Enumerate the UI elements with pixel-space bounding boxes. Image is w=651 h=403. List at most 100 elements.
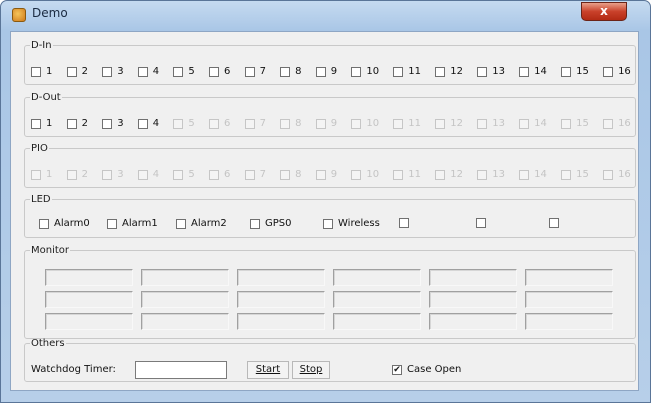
- pio-checkbox-11-label: 11: [408, 169, 422, 180]
- stop-button[interactable]: Stop: [292, 361, 330, 379]
- din-checkbox-5-box[interactable]: [173, 66, 184, 77]
- pio-checkbox-10: 10: [351, 169, 379, 180]
- din-checkbox-4[interactable]: 4: [137, 66, 160, 77]
- case-open-checkbox-box[interactable]: [392, 364, 402, 375]
- monitor-field: [237, 313, 325, 330]
- pio-checkbox-1: 1: [31, 169, 52, 180]
- pio-checkbox-1-box: [31, 169, 41, 180]
- led-checkbox-alarm2[interactable]: Alarm2: [176, 218, 227, 229]
- din-checkbox-16[interactable]: 16: [603, 66, 631, 77]
- din-checkbox-8-box[interactable]: [280, 66, 291, 77]
- led-checkbox-wireless-box[interactable]: [323, 218, 333, 229]
- dout-checkbox-14: 14: [519, 118, 547, 129]
- dout-checkbox-11-label: 11: [408, 118, 422, 129]
- din-checkbox-8[interactable]: 8: [280, 66, 302, 77]
- pio-checkbox-16: 16: [603, 169, 631, 180]
- din-checkbox-16-box[interactable]: [603, 66, 614, 77]
- led-checkbox-alarm2-box[interactable]: [176, 218, 186, 229]
- led-checkbox-6[interactable]: [399, 218, 414, 228]
- monitor-field: [45, 313, 133, 330]
- din-checkbox-10[interactable]: 10: [351, 66, 379, 77]
- din-checkbox-9-box[interactable]: [315, 66, 326, 77]
- dout-checkbox-7: 7: [244, 118, 266, 129]
- dout-checkbox-4-label: 4: [152, 118, 160, 129]
- dout-checkbox-4[interactable]: 4: [137, 118, 160, 129]
- led-checkbox-alarm1-box[interactable]: [107, 218, 117, 229]
- din-checkbox-5[interactable]: 5: [173, 66, 195, 77]
- din-checkbox-12-label: 12: [450, 66, 463, 77]
- din-checkbox-15[interactable]: 15: [561, 66, 589, 77]
- dout-checkbox-5: 5: [173, 118, 195, 129]
- din-checkbox-2-box[interactable]: [66, 66, 77, 77]
- pio-checkbox-3: 3: [102, 169, 124, 180]
- dout-checkbox-3[interactable]: 3: [102, 118, 124, 129]
- dout-checkbox-1-box[interactable]: [31, 118, 41, 129]
- din-checkbox-4-label: 4: [152, 66, 160, 77]
- pio-checkbox-15: 15: [561, 169, 589, 180]
- led-checkbox-6-box[interactable]: [399, 218, 409, 228]
- din-checkbox-2[interactable]: 2: [66, 66, 88, 77]
- others-row: Watchdog Timer: Start Stop Case Open: [25, 360, 635, 380]
- pio-checkbox-row: 1 2 3 4 5 6 7 8 9 10 11 12 13 14 15 16: [31, 169, 631, 180]
- led-checkbox-gps0[interactable]: GPS0: [250, 218, 292, 229]
- led-checkbox-alarm0-box[interactable]: [39, 218, 49, 229]
- dout-checkbox-2[interactable]: 2: [66, 118, 88, 129]
- din-checkbox-1[interactable]: 1: [31, 66, 52, 77]
- case-open-checkbox[interactable]: Case Open: [392, 364, 461, 375]
- pio-checkbox-13: 13: [477, 169, 505, 180]
- din-checkbox-14-box[interactable]: [519, 66, 530, 77]
- din-checkbox-15-box[interactable]: [561, 66, 572, 77]
- pio-checkbox-5-box: [173, 169, 184, 180]
- watchdog-timer-input[interactable]: [135, 361, 227, 379]
- din-checkbox-3[interactable]: 3: [102, 66, 124, 77]
- close-icon: x: [600, 4, 608, 18]
- din-checkbox-11-box[interactable]: [393, 66, 404, 77]
- din-checkbox-6-box[interactable]: [208, 66, 219, 77]
- dout-checkbox-10: 10: [351, 118, 379, 129]
- din-checkbox-14[interactable]: 14: [519, 66, 547, 77]
- dout-checkbox-4-box[interactable]: [137, 118, 148, 129]
- din-checkbox-10-box[interactable]: [351, 66, 362, 77]
- start-button[interactable]: Start: [247, 361, 289, 379]
- din-checkbox-7-label: 7: [259, 66, 266, 77]
- din-checkbox-12-box[interactable]: [435, 66, 446, 77]
- din-checkbox-1-box[interactable]: [31, 66, 41, 77]
- led-checkbox-gps0-box[interactable]: [250, 218, 260, 229]
- dout-checkbox-10-label: 10: [366, 118, 380, 129]
- close-button[interactable]: x: [581, 2, 627, 21]
- din-checkbox-11[interactable]: 11: [393, 66, 421, 77]
- din-checkbox-13[interactable]: 13: [477, 66, 505, 77]
- din-checkbox-9[interactable]: 9: [315, 66, 337, 77]
- led-checkbox-alarm1[interactable]: Alarm1: [107, 218, 158, 229]
- led-checkbox-wireless[interactable]: Wireless: [323, 218, 380, 229]
- led-checkbox-8[interactable]: [549, 218, 564, 228]
- din-checkbox-7-box[interactable]: [244, 66, 255, 77]
- pio-checkbox-8-box: [280, 169, 291, 180]
- pio-checkbox-13-box: [477, 169, 488, 180]
- led-checkbox-alarm0-label: Alarm0: [54, 218, 90, 229]
- din-checkbox-7[interactable]: 7: [244, 66, 266, 77]
- dout-checkbox-16-label: 16: [618, 118, 631, 129]
- din-checkbox-16-label: 16: [618, 66, 631, 77]
- title-bar[interactable]: Demo x: [1, 1, 650, 31]
- dout-checkbox-8: 8: [280, 118, 302, 129]
- monitor-grid: [45, 269, 629, 330]
- din-checkbox-6[interactable]: 6: [208, 66, 230, 77]
- din-checkbox-3-box[interactable]: [102, 66, 113, 77]
- dout-checkbox-3-box[interactable]: [102, 118, 113, 129]
- din-checkbox-12[interactable]: 12: [435, 66, 463, 77]
- led-checkbox-7-box[interactable]: [476, 218, 486, 228]
- pio-checkbox-15-label: 15: [576, 169, 589, 180]
- din-checkbox-4-box[interactable]: [137, 66, 148, 77]
- dout-checkbox-1[interactable]: 1: [31, 118, 52, 129]
- dout-legend: D-Out: [31, 92, 61, 103]
- led-checkbox-alarm0[interactable]: Alarm0: [39, 218, 90, 229]
- din-checkbox-13-box[interactable]: [477, 66, 488, 77]
- led-checkbox-alarm1-label: Alarm1: [122, 218, 158, 229]
- dout-checkbox-9: 9: [315, 118, 337, 129]
- led-checkbox-8-box[interactable]: [549, 218, 559, 228]
- dout-checkbox-2-box[interactable]: [66, 118, 77, 129]
- pio-checkbox-14-box: [519, 169, 530, 180]
- led-checkbox-7[interactable]: [476, 218, 491, 228]
- dout-checkbox-12: 12: [435, 118, 463, 129]
